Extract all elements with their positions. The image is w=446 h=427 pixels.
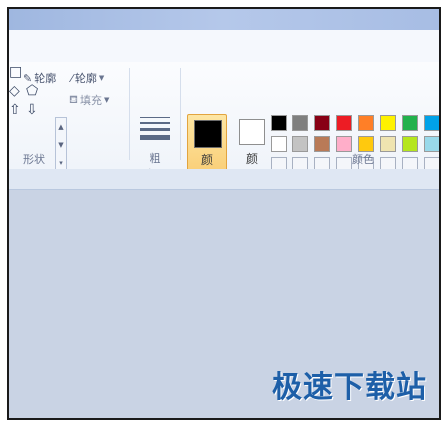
diamond-shape-icon[interactable]: ◇ — [9, 84, 20, 98]
down-arrow-shape-icon[interactable]: ⇩ — [26, 103, 38, 117]
group-divider — [129, 68, 130, 160]
title-bar — [9, 9, 439, 30]
watermark-logo: 极速下载站 — [272, 370, 427, 405]
ribbon-bottom-strip — [9, 169, 439, 190]
fill-button[interactable]: ⛾ 填充 ▼ — [69, 92, 109, 108]
ribbon-tabs-area — [9, 30, 439, 62]
outline-button-2[interactable]: ⁄ 轮廓 ▼ — [71, 70, 104, 86]
up-arrow-shape-icon[interactable]: ⇧ — [9, 103, 21, 117]
shapes-group-label: 形状 — [23, 153, 45, 166]
size-button[interactable] — [140, 117, 170, 144]
palette-color-dark-red[interactable] — [314, 115, 330, 131]
color1-swatch — [194, 120, 222, 148]
palette-color-green[interactable] — [402, 115, 418, 131]
fill-bucket-icon: ⛾ — [69, 92, 78, 106]
palette-color-black[interactable] — [271, 115, 287, 131]
outline-button-1[interactable]: ✎ 轮廓 — [23, 70, 56, 86]
scroll-up-icon[interactable]: ▲ — [56, 118, 66, 136]
palette-color-light-yellow[interactable] — [380, 136, 396, 152]
palette-color-gray[interactable] — [292, 115, 308, 131]
palette-color-orange[interactable] — [358, 115, 374, 131]
palette-color-light-gray[interactable] — [292, 136, 308, 152]
palette-color-light-turquoise[interactable] — [424, 136, 439, 152]
colors-group-label: 颜色 — [352, 153, 374, 166]
ribbon-home-panel: □ ◇ ⬠ ⇧ ⇩ ▲ ▼ ▾ ✎ 轮廓 ⁄ 轮廓 ▼ ⛾ 填充 ▼ 形状 粗 … — [9, 62, 439, 191]
palette-color-turquoise[interactable] — [424, 115, 439, 131]
scroll-down-icon[interactable]: ▼ — [56, 136, 66, 154]
pencil-curve-icon: ✎ — [23, 71, 33, 85]
brush-outline-icon: ⁄ — [71, 71, 73, 85]
chevron-down-icon: ▼ — [104, 96, 110, 104]
palette-color-pink[interactable] — [336, 136, 352, 152]
palette-color-lime[interactable] — [402, 136, 418, 152]
pentagon-shape-icon[interactable]: ⬠ — [26, 84, 38, 98]
rectangle-shape-icon[interactable]: □ — [9, 65, 22, 79]
palette-color-yellow[interactable] — [380, 115, 396, 131]
palette-color-gold[interactable] — [358, 136, 374, 152]
group-divider — [180, 68, 181, 160]
chevron-down-icon: ▼ — [98, 74, 105, 82]
palette-color-brown[interactable] — [314, 136, 330, 152]
paint-window: □ ◇ ⬠ ⇧ ⇩ ▲ ▼ ▾ ✎ 轮廓 ⁄ 轮廓 ▼ ⛾ 填充 ▼ 形状 粗 … — [7, 7, 441, 420]
color2-swatch — [239, 119, 265, 145]
shapes-gallery-scroll[interactable]: ▲ ▼ ▾ — [55, 117, 67, 176]
palette-color-red[interactable] — [336, 115, 352, 131]
palette-color-white[interactable] — [271, 136, 287, 152]
